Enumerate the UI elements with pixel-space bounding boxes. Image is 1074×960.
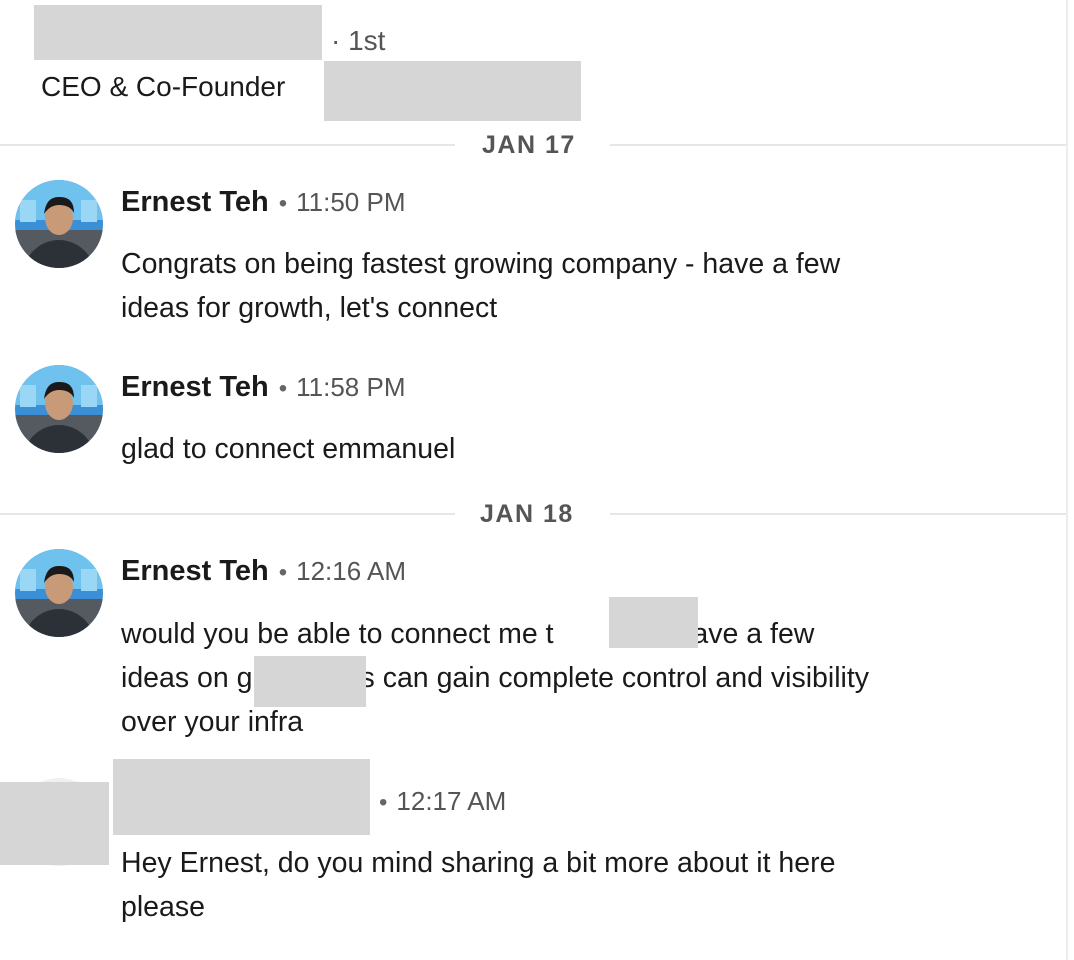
message-fragment: ideas on g: [121, 662, 253, 694]
avatar-ernest[interactable]: [15, 365, 103, 453]
message-body: Congrats on being fastest growing compan…: [121, 242, 1001, 330]
redacted-sender-name: [113, 759, 370, 835]
message-line: Hey Ernest, do you mind sharing a bit mo…: [121, 847, 836, 879]
message-line: glad to connect emmanuel: [121, 433, 456, 465]
message-line: ideas for growth, let's connect: [121, 292, 498, 324]
redacted-name: [34, 5, 322, 60]
separator-dot: •: [278, 190, 288, 217]
date-divider-line: [610, 144, 1066, 146]
sender-name[interactable]: Ernest Teh: [121, 371, 269, 403]
message-time: 12:17 AM: [396, 786, 507, 816]
panel-edge: [1066, 0, 1068, 960]
profile-photo-icon: [15, 365, 103, 453]
redacted-text: [609, 597, 698, 648]
message-fragment: s can gain complete control and visibili…: [360, 662, 870, 694]
message-line: Congrats on being fastest growing compan…: [121, 248, 841, 280]
redacted-avatar: [0, 782, 109, 865]
redacted-text: [254, 656, 366, 707]
message-line: please: [121, 891, 205, 923]
message-body: glad to connect emmanuel: [121, 427, 1001, 471]
sender-name[interactable]: Ernest Teh: [121, 186, 269, 218]
avatar-ernest[interactable]: [15, 549, 103, 637]
message-time: 11:50 PM: [296, 187, 406, 217]
profile-photo-icon: [15, 549, 103, 637]
message-body: would you be able to connect me t v? have…: [121, 612, 1001, 744]
connection-degree: · 1st: [331, 25, 386, 56]
date-divider-line: [0, 513, 455, 515]
message-header: Ernest Teh • 11:50 PM: [121, 186, 405, 219]
date-divider-line: [610, 513, 1066, 515]
message-line: ideas on g s can gain complete control an…: [121, 656, 1001, 700]
sender-name[interactable]: Ernest Teh: [121, 555, 269, 587]
message-time: 12:16 AM: [296, 556, 406, 586]
avatar-ernest[interactable]: [15, 180, 103, 268]
message-line: would you be able to connect me t v? have…: [121, 612, 1001, 656]
date-divider-label: JAN 17: [482, 131, 576, 159]
message-header: Ernest Teh • 12:16 AM: [121, 555, 406, 588]
separator-dot: •: [278, 559, 288, 586]
message-line: over your infra: [121, 706, 304, 738]
date-divider-line: [0, 144, 455, 146]
profile-headline: CEO & Co-Founder: [41, 71, 286, 102]
message-time: 11:58 PM: [296, 372, 406, 402]
message-body: Hey Ernest, do you mind sharing a bit mo…: [121, 841, 1001, 929]
message-header: Ernest Teh • 11:58 PM: [121, 371, 405, 404]
message-fragment: would you be able to connect me t: [121, 618, 554, 650]
date-divider-label: JAN 18: [480, 500, 574, 528]
separator-dot: •: [278, 375, 288, 402]
redacted-company: [324, 61, 581, 121]
profile-photo-icon: [15, 180, 103, 268]
message-header: • 12:17 AM: [379, 786, 506, 817]
separator-dot: •: [379, 789, 388, 816]
